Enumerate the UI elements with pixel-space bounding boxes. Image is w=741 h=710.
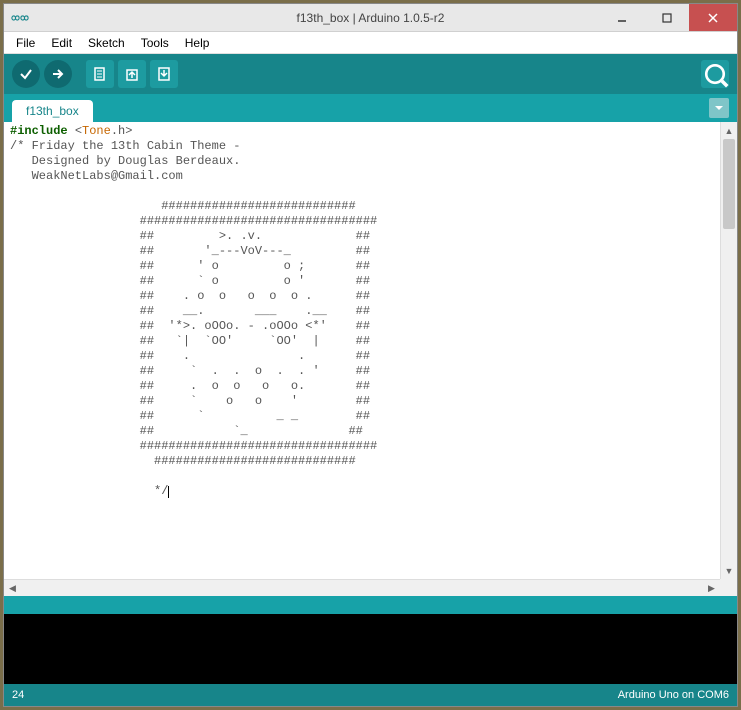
- line-number: 24: [12, 689, 24, 701]
- editor-content[interactable]: #include <Tone.h> /* Friday the 13th Cab…: [4, 122, 720, 501]
- tab-active[interactable]: f13th_box: [12, 100, 93, 122]
- tab-menu-button[interactable]: [709, 98, 729, 118]
- keyword-include: #include: [10, 124, 75, 138]
- menu-sketch[interactable]: Sketch: [82, 34, 131, 52]
- maximize-button[interactable]: [644, 4, 689, 31]
- horizontal-scrollbar[interactable]: ◀ ▶: [4, 579, 720, 596]
- menu-edit[interactable]: Edit: [45, 34, 78, 52]
- app-window: f13th_box | Arduino 1.0.5-r2 File Edit S…: [3, 3, 738, 707]
- titlebar: f13th_box | Arduino 1.0.5-r2: [4, 4, 737, 32]
- scroll-down-arrow-icon[interactable]: ▼: [721, 562, 737, 579]
- text-cursor: [168, 486, 169, 498]
- toolbar: [4, 54, 737, 94]
- message-bar: [4, 596, 737, 614]
- window-controls: [599, 4, 737, 31]
- scroll-corner: [720, 579, 737, 596]
- console-output[interactable]: [4, 614, 737, 684]
- save-sketch-button[interactable]: [150, 60, 178, 88]
- vertical-scrollbar[interactable]: ▲ ▼: [720, 122, 737, 579]
- minimize-button[interactable]: [599, 4, 644, 31]
- lib-name: Tone: [82, 124, 111, 138]
- scroll-thumb[interactable]: [723, 139, 735, 229]
- statusbar: 24 Arduino Uno on COM6: [4, 684, 737, 706]
- scroll-up-arrow-icon[interactable]: ▲: [721, 122, 737, 139]
- menu-tools[interactable]: Tools: [135, 34, 175, 52]
- arduino-logo-icon: [10, 10, 30, 26]
- board-port: Arduino Uno on COM6: [618, 689, 729, 701]
- code-editor[interactable]: #include <Tone.h> /* Friday the 13th Cab…: [4, 122, 737, 596]
- code-body: /* Friday the 13th Cabin Theme - Designe…: [10, 139, 377, 498]
- tabbar: f13th_box: [4, 94, 737, 122]
- verify-button[interactable]: [12, 60, 40, 88]
- scroll-left-arrow-icon[interactable]: ◀: [4, 580, 21, 596]
- upload-button[interactable]: [44, 60, 72, 88]
- menu-file[interactable]: File: [10, 34, 41, 52]
- menubar: File Edit Sketch Tools Help: [4, 32, 737, 54]
- open-sketch-button[interactable]: [118, 60, 146, 88]
- scroll-right-arrow-icon[interactable]: ▶: [703, 580, 720, 596]
- serial-monitor-button[interactable]: [701, 60, 729, 88]
- new-sketch-button[interactable]: [86, 60, 114, 88]
- menu-help[interactable]: Help: [179, 34, 216, 52]
- close-button[interactable]: [689, 4, 737, 31]
